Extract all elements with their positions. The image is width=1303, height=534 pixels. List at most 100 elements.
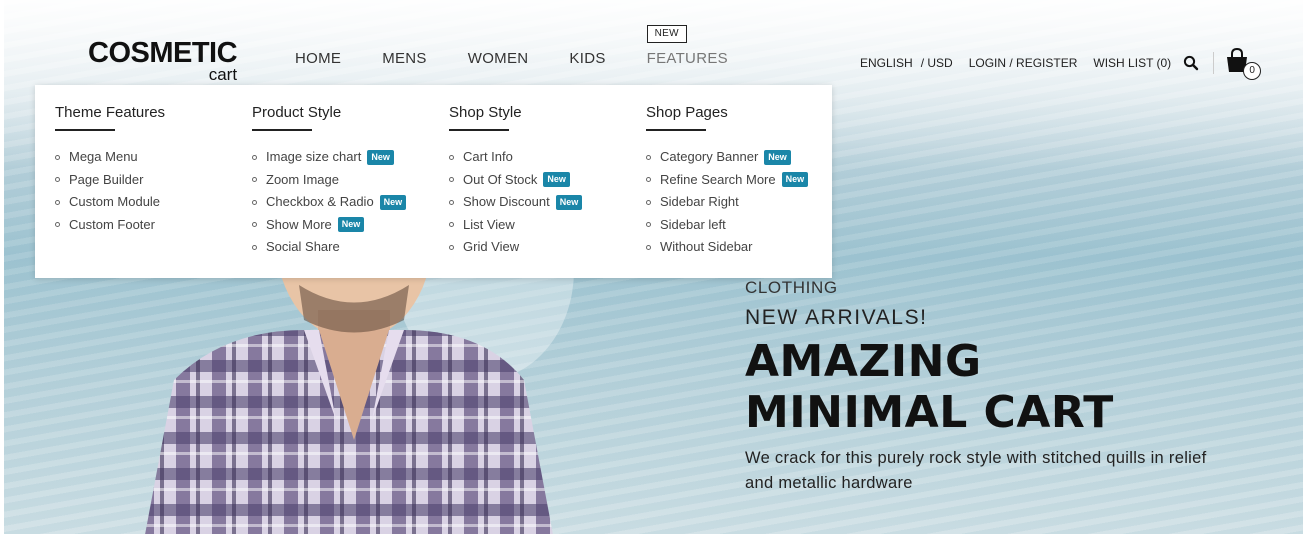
mega-menu-item[interactable]: Image size chart New [252, 146, 406, 169]
hero-description: We crack for this purely rock style with… [745, 449, 1207, 492]
mega-menu-item[interactable]: Social Share [252, 236, 406, 259]
bullet-icon [252, 222, 257, 228]
mega-column-theme-features: Theme Features Mega Menu Page Builder Cu… [55, 104, 165, 236]
menu-item-label: Without Sidebar [660, 239, 753, 254]
cart-button[interactable]: 0 [1224, 47, 1262, 80]
menu-item-label: Page Builder [69, 171, 144, 187]
search-icon[interactable] [1183, 55, 1199, 71]
hero-headline-line-2: MINIMAL CART [745, 387, 1114, 438]
logo-subtext: cart [208, 65, 238, 84]
mega-menu-item[interactable]: Sidebar Right [646, 191, 808, 214]
features-mega-menu: Theme Features Mega Menu Page Builder Cu… [35, 85, 832, 278]
bullet-icon [55, 199, 60, 205]
bullet-icon [646, 222, 651, 228]
nav-women[interactable]: WOMEN [468, 50, 529, 67]
nav-home[interactable]: HOME [295, 50, 341, 67]
new-badge: New [337, 217, 365, 233]
main-nav: HOME MENS WOMEN KIDS NEW FEATURES [295, 25, 769, 67]
menu-item-label: Cart Info [463, 149, 513, 164]
bullet-icon [252, 154, 257, 160]
title-underline [252, 129, 312, 131]
bullet-icon [252, 177, 257, 183]
menu-item-label: Mega Menu [69, 149, 138, 164]
menu-item-label: Show Discount [463, 194, 550, 209]
currency-selector[interactable]: / USD [921, 56, 953, 70]
new-badge: New [781, 172, 809, 188]
mega-menu-item[interactable]: Cart Info [449, 146, 582, 169]
mega-column-product-style: Product Style Image size chart New Zoom I… [252, 104, 407, 259]
mega-menu-item[interactable]: Show Discount New [449, 191, 583, 214]
mega-column-shop-pages: Shop Pages Category Banner New Refine Sea… [646, 104, 809, 259]
bullet-icon [55, 177, 60, 183]
mega-column-list: Cart Info Out Of Stock New Show Discount N… [449, 146, 583, 259]
hero-copy: CLOTHING NEW ARRIVALS! AMAZING MINIMAL C… [745, 278, 1215, 496]
mega-menu-item[interactable]: Custom Module [55, 191, 165, 214]
menu-item-label: Category Banner [660, 149, 759, 164]
hero-headline-line-1: AMAZING [745, 336, 982, 387]
mega-menu-item[interactable]: Sidebar left [646, 214, 808, 237]
header-divider [1213, 52, 1215, 74]
logo-wordmark: COSMETIC [88, 37, 238, 69]
mega-column-list: Mega Menu Page Builder Custom Module Cus… [55, 146, 165, 236]
nav-mens[interactable]: MENS [382, 50, 427, 67]
mega-menu-item[interactable]: Refine Search More New [646, 169, 809, 192]
menu-item-label: Sidebar Right [660, 194, 739, 209]
mega-menu-item[interactable]: Custom Footer [55, 214, 165, 237]
bullet-icon [55, 222, 60, 228]
mega-menu-item[interactable]: Checkbox & Radio New [252, 191, 407, 214]
bullet-icon [449, 154, 454, 160]
menu-item-label: Custom Footer [69, 216, 155, 232]
mega-menu-item[interactable]: Category Banner New [646, 146, 808, 169]
menu-item-label: Grid View [463, 239, 520, 254]
new-badge: New [555, 194, 583, 210]
mega-column-title: Theme Features [55, 104, 166, 121]
wishlist-link[interactable]: WISH LIST (0) [1093, 56, 1171, 70]
bullet-icon [252, 199, 257, 205]
bullet-icon [55, 154, 60, 160]
mega-menu-item[interactable]: Zoom Image [252, 169, 406, 192]
mega-column-list: Image size chart New Zoom Image Checkbox … [252, 146, 407, 259]
mega-menu-item[interactable]: List View [449, 214, 582, 237]
menu-item-label: Image size chart [266, 149, 362, 164]
menu-item-label: Sidebar left [660, 216, 726, 232]
hero-eyebrow: CLOTHING [745, 278, 838, 297]
title-underline [646, 129, 706, 131]
bullet-icon [449, 177, 454, 183]
mega-menu-item[interactable]: Out Of Stock New [449, 169, 582, 192]
menu-item-label: Social Share [266, 239, 340, 254]
menu-item-label: List View [463, 216, 515, 232]
mega-column-title: Product Style [252, 104, 342, 121]
menu-item-label: Zoom Image [266, 171, 339, 187]
new-badge: New [543, 172, 570, 188]
bullet-icon [449, 222, 454, 228]
menu-item-label: Custom Module [69, 194, 161, 209]
menu-item-label: Out Of Stock [463, 171, 538, 187]
login-register-link[interactable]: LOGIN / REGISTER [969, 56, 1078, 70]
mega-menu-item[interactable]: Without Sidebar [646, 236, 808, 259]
header-utility-bar: ENGLISH / USD LOGIN / REGISTER WISH LIST… [860, 47, 1262, 80]
nav-features[interactable]: NEW FEATURES [646, 25, 728, 67]
bullet-icon [449, 244, 454, 250]
mega-column-list: Category Banner New Refine Search More New… [646, 146, 809, 259]
mega-menu-item[interactable]: Grid View [449, 236, 582, 259]
new-badge: New [379, 194, 407, 210]
mega-menu-item[interactable]: Show More New [252, 214, 406, 237]
new-badge: New [367, 149, 394, 165]
hero-subtitle: NEW ARRIVALS! [745, 306, 928, 329]
title-underline [449, 129, 509, 131]
bullet-icon [646, 199, 651, 205]
site-logo[interactable]: COSMETIC cart [88, 37, 238, 84]
mega-column-title: Shop Pages [646, 104, 728, 121]
hero-headline: AMAZING MINIMAL CART [745, 336, 1215, 438]
bullet-icon [646, 154, 651, 160]
mega-menu-item[interactable]: Page Builder [55, 169, 165, 192]
new-badge: New [764, 149, 791, 165]
bullet-icon [252, 244, 257, 250]
menu-item-label: Refine Search More [660, 171, 776, 187]
mega-column-title: Shop Style [449, 104, 522, 121]
bullet-icon [646, 177, 651, 183]
language-selector[interactable]: ENGLISH [860, 56, 913, 70]
menu-item-label: Show More [266, 216, 332, 232]
nav-kids[interactable]: KIDS [569, 50, 605, 67]
mega-menu-item[interactable]: Mega Menu [55, 146, 165, 169]
